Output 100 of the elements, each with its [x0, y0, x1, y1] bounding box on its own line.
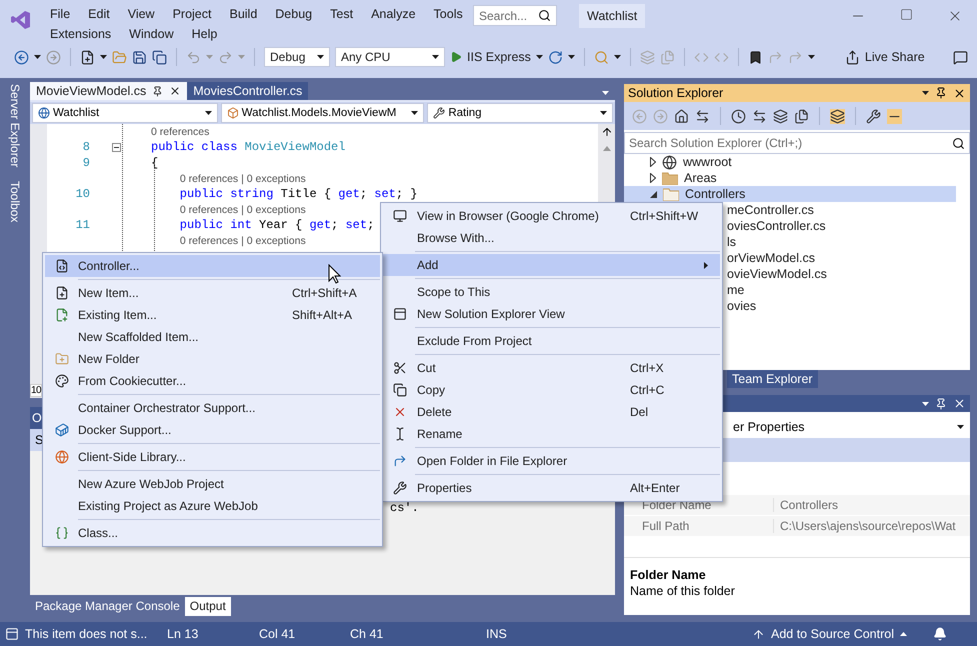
- close-icon[interactable]: [169, 85, 182, 97]
- menu-bar-item[interactable]: Analyze: [362, 7, 425, 21]
- globe-icon[interactable]: [662, 154, 677, 170]
- globe-icon[interactable]: [38, 107, 50, 119]
- menu-item[interactable]: Add: [383, 254, 720, 276]
- logo-icon[interactable]: [11, 10, 31, 30]
- menu-bar-item[interactable]: Test: [321, 7, 362, 21]
- side-tab[interactable]: Toolbox: [8, 181, 22, 223]
- document-tab[interactable]: MovieViewModel.cs: [30, 82, 188, 100]
- navigation-dropdown[interactable]: Rating: [427, 103, 613, 123]
- collapse-icon[interactable]: [112, 142, 121, 152]
- menu-bar-item[interactable]: Edit: [79, 7, 119, 21]
- menu-item[interactable]: Scope to This: [383, 281, 720, 303]
- copy-icon[interactable]: [393, 383, 407, 397]
- maximize-icon[interactable]: [900, 8, 913, 21]
- tree-item[interactable]: Controllers: [624, 186, 956, 202]
- collapsed-icon[interactable]: [650, 157, 656, 167]
- container-icon[interactable]: [54, 423, 68, 437]
- menu-item[interactable]: Exclude From Project: [383, 330, 720, 352]
- navigation-dropdown[interactable]: Watchlist: [32, 103, 218, 123]
- menu-bar-item[interactable]: Project: [164, 7, 220, 21]
- pin-icon[interactable]: [935, 398, 947, 410]
- close-icon[interactable]: [953, 86, 966, 100]
- menu-item[interactable]: Controller...: [45, 255, 380, 277]
- scissors-icon[interactable]: [393, 361, 407, 375]
- menu-item[interactable]: New Solution Explorer View: [383, 303, 720, 325]
- source-control-button[interactable]: Add to Source Control: [752, 627, 907, 641]
- menu-item[interactable]: New Azure WebJob Project: [45, 473, 380, 495]
- history-icon[interactable]: [731, 108, 746, 124]
- window-icon[interactable]: [393, 307, 407, 321]
- tree-item[interactable]: Areas: [624, 170, 956, 186]
- search-field[interactable]: Search...: [473, 5, 557, 26]
- search-icon[interactable]: [952, 136, 965, 150]
- menu-item[interactable]: New Scaffolded Item...: [45, 326, 380, 348]
- menu-item[interactable]: Open Folder in File Explorer: [383, 450, 720, 472]
- search-icon[interactable]: [538, 9, 551, 22]
- live-share-button[interactable]: Live Share: [864, 50, 925, 64]
- new-file-icon[interactable]: [54, 286, 68, 300]
- menu-bar-item[interactable]: File: [41, 7, 80, 21]
- configuration-dropdown[interactable]: Debug: [264, 47, 330, 67]
- palette-icon[interactable]: [54, 374, 68, 388]
- panel-tab[interactable]: Team Explorer: [727, 370, 818, 388]
- menu-item[interactable]: Browse With...: [383, 227, 720, 249]
- menu-bar-item[interactable]: Build: [220, 7, 266, 21]
- refresh-icon[interactable]: [548, 50, 563, 64]
- menu-bar-item[interactable]: View: [118, 7, 164, 21]
- menu-bar-item[interactable]: Debug: [266, 7, 322, 21]
- class-icon[interactable]: [54, 526, 68, 540]
- home-icon[interactable]: [674, 108, 689, 124]
- menu-bar-item[interactable]: Window: [120, 27, 183, 41]
- save-icon[interactable]: [132, 50, 147, 64]
- zoom-level[interactable]: 10: [30, 384, 42, 397]
- delete-icon[interactable]: [393, 405, 407, 419]
- sync-icon[interactable]: [752, 108, 767, 124]
- close-icon[interactable]: [953, 397, 966, 410]
- navigation-dropdown[interactable]: Watchlist.Models.MovieViewM: [220, 103, 424, 123]
- file-icon[interactable]: [54, 259, 68, 273]
- menu-item[interactable]: Existing Project as Azure WebJob: [45, 495, 380, 517]
- menu-item[interactable]: Cut Ctrl+X: [383, 357, 720, 379]
- share-icon[interactable]: [844, 50, 860, 64]
- menu-item[interactable]: Properties Alt+Enter: [383, 477, 720, 499]
- panel-tab[interactable]: Package Manager Console: [30, 597, 185, 616]
- menu-bar-item[interactable]: Tools: [424, 7, 472, 21]
- search-field[interactable]: Search Solution Explorer (Ctrl+;): [624, 132, 970, 154]
- tree-item[interactable]: wwwroot: [624, 154, 956, 170]
- run-target[interactable]: IIS Express: [467, 50, 531, 64]
- bell-icon[interactable]: [933, 627, 947, 641]
- collapsed-icon[interactable]: [650, 173, 656, 183]
- wrench-icon[interactable]: [433, 107, 446, 119]
- menu-item[interactable]: View in Browser (Google Chrome) Ctrl+Shift+W: [383, 205, 720, 227]
- box-icon[interactable]: [226, 107, 239, 119]
- show-all-files-icon[interactable]: [794, 108, 809, 124]
- pin-icon[interactable]: [152, 86, 164, 96]
- feedback-icon[interactable]: [952, 50, 968, 64]
- back-icon[interactable]: [14, 50, 29, 64]
- arrow-icon[interactable]: [393, 454, 407, 468]
- platform-dropdown[interactable]: Any CPU: [335, 47, 445, 67]
- menu-item[interactable]: Copy Ctrl+C: [383, 379, 720, 401]
- menu-item[interactable]: Container Orchestrator Support...: [45, 397, 380, 419]
- menu-item[interactable]: From Cookiecutter...: [45, 370, 380, 392]
- document-tab[interactable]: MoviesController.cs: [187, 82, 308, 100]
- panel-tab[interactable]: Output: [184, 597, 231, 616]
- bookmark-icon[interactable]: [748, 50, 763, 64]
- menu-item[interactable]: Class...: [45, 522, 380, 544]
- expanded-icon[interactable]: [650, 190, 657, 198]
- menu-bar-item[interactable]: Extensions: [41, 27, 120, 41]
- caret-icon[interactable]: [900, 632, 907, 636]
- menu-item[interactable]: New Item... Ctrl+Shift+A: [45, 282, 380, 304]
- browser-icon[interactable]: [393, 209, 407, 223]
- wrench-icon[interactable]: [393, 481, 407, 495]
- menu-item[interactable]: Client-Side Library...: [45, 446, 380, 468]
- menu-item[interactable]: Existing Item... Shift+Alt+A: [45, 304, 380, 326]
- new-file-icon[interactable]: [80, 50, 95, 64]
- add-file-icon[interactable]: [54, 308, 68, 322]
- menu-item[interactable]: Docker Support...: [45, 419, 380, 441]
- save-all-icon[interactable]: [152, 50, 167, 64]
- pin-icon[interactable]: [935, 87, 947, 99]
- side-tab[interactable]: Server Explorer: [8, 84, 22, 168]
- run-icon[interactable]: [450, 51, 462, 63]
- menu-item[interactable]: New Folder: [45, 348, 380, 370]
